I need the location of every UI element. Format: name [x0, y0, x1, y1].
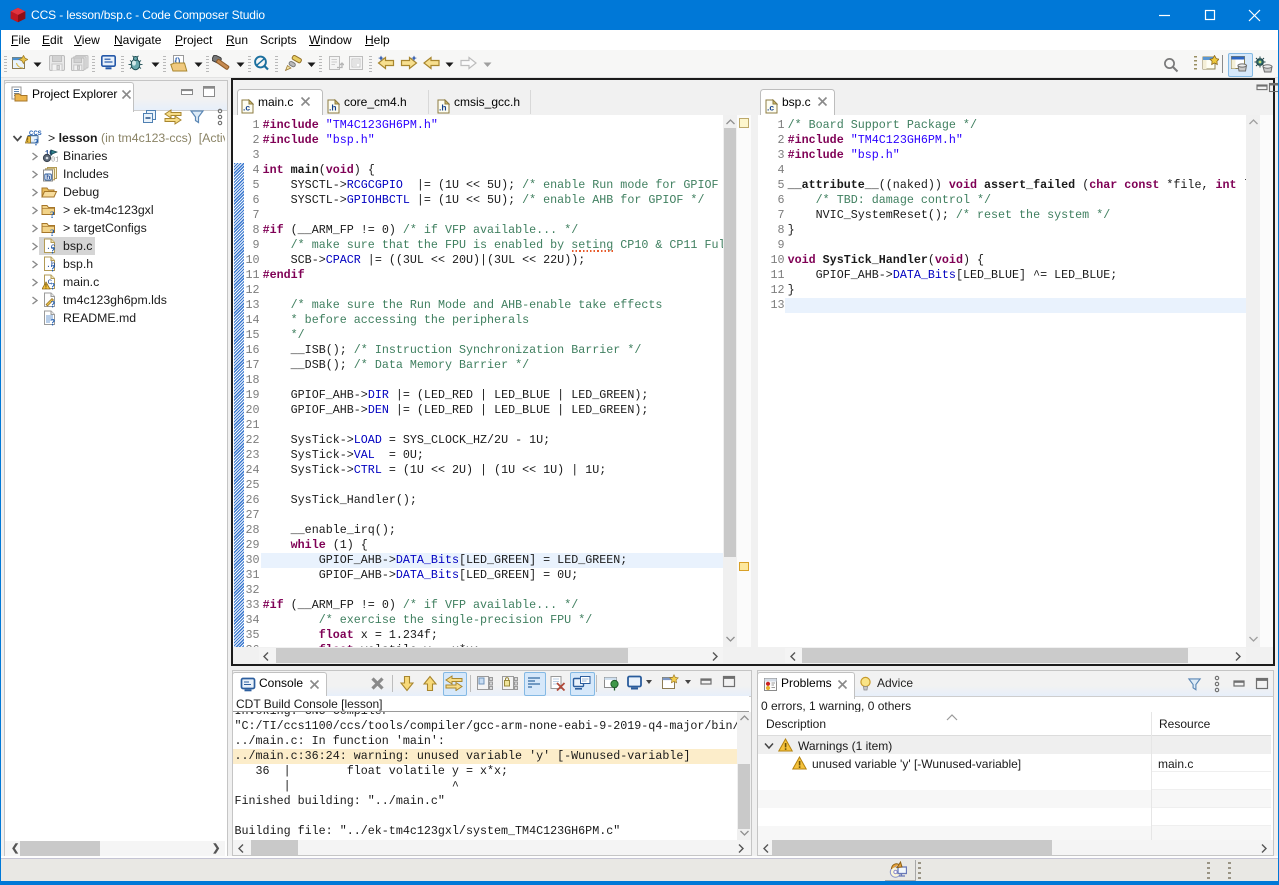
svg-text:01: 01	[51, 157, 58, 165]
svg-text:?: ?	[51, 319, 56, 327]
svg-text:h: h	[46, 174, 50, 181]
svg-text:.h: .h	[329, 103, 337, 113]
svg-text:?: ?	[34, 138, 39, 147]
svg-text:?: ?	[50, 229, 55, 236]
svg-text:?: ?	[50, 211, 55, 218]
svg-text:!: !	[45, 283, 47, 290]
svg-text:?: ?	[51, 283, 56, 291]
svg-text:.h: .h	[439, 103, 447, 113]
svg-text:?: ?	[51, 265, 56, 273]
svg-text:?: ?	[51, 247, 56, 255]
svg-text:?: ?	[51, 301, 56, 309]
svg-text:.c: .c	[243, 103, 250, 113]
svg-text:.c: .c	[767, 103, 774, 113]
svg-text:!: !	[27, 138, 29, 144]
